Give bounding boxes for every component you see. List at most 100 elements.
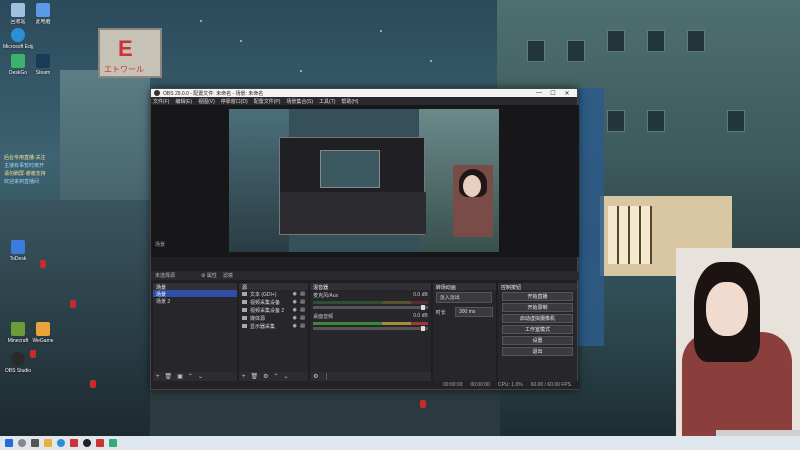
edge-icon[interactable] (57, 439, 65, 447)
minecraft-icon (11, 322, 25, 336)
filter-scene-button[interactable]: ▣ (177, 373, 183, 380)
eye-icon[interactable]: ◉ (292, 299, 297, 305)
menu-tools[interactable]: 工具(T) (319, 98, 335, 105)
minimize-button[interactable]: — (532, 90, 546, 96)
title-bar[interactable]: OBS 29.0.0 - 配置文件: 未命名 - 场景: 未命名 — ☐ ✕ (151, 89, 577, 97)
menu-edit[interactable]: 编辑(E) (175, 98, 192, 105)
desktop-icon-minecraft[interactable]: Minecraft (3, 322, 33, 344)
source-item[interactable]: 显示器采集 ◉ ▤ (239, 322, 308, 330)
preview-canvas[interactable] (229, 109, 499, 252)
source-item[interactable]: 文本 (GDI+) ◉ ▤ (239, 290, 308, 298)
obs-logo-icon (154, 90, 160, 96)
deskgo-icon (11, 54, 25, 68)
volume-slider[interactable] (313, 305, 428, 310)
volume-slider[interactable] (313, 326, 428, 331)
source-settings-icon[interactable]: ⚙ (263, 373, 268, 380)
volume-meter (313, 301, 428, 304)
start-recording-button[interactable]: 开始录制 (501, 303, 573, 312)
transitions-dock: 转场动画 淡入淡出 时长 300 ms (432, 283, 496, 381)
lock-icon[interactable]: ▤ (300, 307, 305, 313)
lock-icon[interactable]: ▤ (300, 323, 305, 329)
docks: 场景 场景 场景 2 + 🗑 ▣ ⌃ ⌄ 源 文本 (GDI+) ◉ ▤ 视频采… (151, 283, 579, 381)
lock-icon[interactable]: ▤ (300, 315, 305, 321)
desktop-icon-obs[interactable]: OBS Studio (3, 352, 33, 374)
desktop-icon-steam[interactable]: Steam (28, 54, 58, 76)
monitor-icon (241, 324, 247, 328)
source-toolbar: 未选择源 ⚙ 属性 滤镜 (151, 271, 579, 280)
mixer-settings-icon[interactable]: ⚙ (313, 373, 318, 380)
mixer-channel: 桌面音频 0.0 dB (310, 311, 431, 332)
edge-icon (11, 28, 25, 42)
source-item[interactable]: 视频采集设备 ◉ ▤ (239, 298, 308, 306)
mixer-menu-icon[interactable]: ⋮ (324, 373, 330, 380)
eye-icon[interactable]: ◉ (292, 291, 297, 297)
add-source-button[interactable]: + (242, 374, 246, 380)
stream-overlay-text: 后台专用直播·关注 主播有事暂时离开 请勿刷屏·谢谢支持 欢迎来到直播间 (4, 155, 46, 185)
scene-item[interactable]: 场景 2 (153, 297, 237, 305)
menu-scene-collection[interactable]: 场景集合(S) (286, 98, 313, 105)
scene-item[interactable]: 场景 (153, 290, 237, 298)
start-streaming-button[interactable]: 开始直播 (501, 292, 573, 301)
desktop-icon-this-pc[interactable]: 此电脑 (28, 3, 58, 25)
move-up-icon[interactable]: ⌃ (274, 373, 279, 380)
window-title: OBS 29.0.0 - 配置文件: 未命名 - 场景: 未命名 (163, 90, 264, 97)
transition-select[interactable]: 淡入淡出 (435, 292, 492, 303)
source-item[interactable]: 视频采集设备 2 ◉ ▤ (239, 306, 308, 314)
menu-bar: 文件(F) 编辑(E) 视图(V) 停靠窗口(D) 配置文件(P) 场景集合(S… (151, 97, 577, 105)
settings-button[interactable]: 设置 (501, 336, 573, 345)
eye-icon[interactable]: ◉ (292, 307, 297, 313)
filters-button[interactable]: 滤镜 (223, 272, 233, 279)
move-down-icon[interactable]: ⌄ (284, 373, 289, 380)
start-virtual-camera-button[interactable]: 启动虚拟摄像机 (501, 314, 573, 323)
close-button[interactable]: ✕ (560, 90, 574, 97)
mixer-channel: 麦克风/Aux 0.0 dB (310, 290, 431, 311)
camera-icon (241, 300, 247, 304)
nested-screen-capture (279, 137, 426, 235)
rec-time: 00:00:00 (470, 382, 490, 388)
exit-button[interactable]: 退出 (501, 347, 573, 356)
status-bar: 00:00:00 00:00:00 CPU: 1.0% 60.00 / 60.0… (151, 381, 579, 389)
eye-icon[interactable]: ◉ (292, 315, 297, 321)
start-icon[interactable] (5, 439, 13, 447)
audio-mixer-dock: 混音器 麦克风/Aux 0.0 dB 桌面音频 0.0 dB ⚙ ⋮ (310, 283, 431, 381)
lock-icon[interactable]: ▤ (300, 299, 305, 305)
add-scene-button[interactable]: + (156, 374, 160, 380)
menu-profile[interactable]: 配置文件(P) (254, 98, 281, 105)
lock-icon[interactable]: ▤ (300, 291, 305, 297)
volume-meter (313, 322, 428, 325)
app-icon[interactable] (96, 439, 104, 447)
scenes-dock: 场景 场景 场景 2 + 🗑 ▣ ⌃ ⌄ (153, 283, 237, 381)
maximize-button[interactable]: ☐ (546, 90, 560, 97)
app-icon[interactable] (109, 439, 117, 447)
desktop-icon-edge[interactable]: Microsoft Edge (3, 28, 33, 50)
properties-button[interactable]: ⚙ 属性 (201, 272, 217, 279)
obs-icon[interactable] (83, 439, 91, 447)
app-icon[interactable] (70, 439, 78, 447)
source-item[interactable]: 媒体源 ◉ ▤ (239, 314, 308, 322)
studio-mode-button[interactable]: 工作室模式 (501, 325, 573, 334)
duration-input[interactable]: 300 ms (454, 307, 493, 317)
taskbar (0, 436, 800, 450)
recycle-bin-icon (11, 3, 25, 17)
menu-view[interactable]: 视图(V) (198, 98, 215, 105)
menu-help[interactable]: 帮助(H) (341, 98, 358, 105)
obs-icon (11, 352, 25, 366)
menu-docks[interactable]: 停靠窗口(D) (221, 98, 248, 105)
menu-file[interactable]: 文件(F) (153, 98, 169, 105)
preview-scene-label: 场景 (155, 242, 166, 248)
remove-source-button[interactable]: 🗑 (251, 373, 259, 380)
move-down-icon[interactable]: ⌄ (198, 373, 203, 380)
webcam-source-preview (453, 165, 493, 237)
shop-sign: E エトワール (98, 28, 162, 78)
task-view-icon[interactable] (31, 439, 39, 447)
file-explorer-icon[interactable] (44, 439, 52, 447)
remove-scene-button[interactable]: 🗑 (165, 373, 173, 380)
move-up-icon[interactable]: ⌃ (188, 373, 193, 380)
steam-icon (36, 54, 50, 68)
preview-area[interactable] (151, 105, 579, 257)
media-icon (241, 316, 247, 320)
obs-window[interactable]: OBS 29.0.0 - 配置文件: 未命名 - 场景: 未命名 — ☐ ✕ 文… (150, 88, 579, 390)
search-icon[interactable] (18, 439, 26, 447)
computer-icon (36, 3, 50, 17)
eye-icon[interactable]: ◉ (292, 323, 297, 329)
